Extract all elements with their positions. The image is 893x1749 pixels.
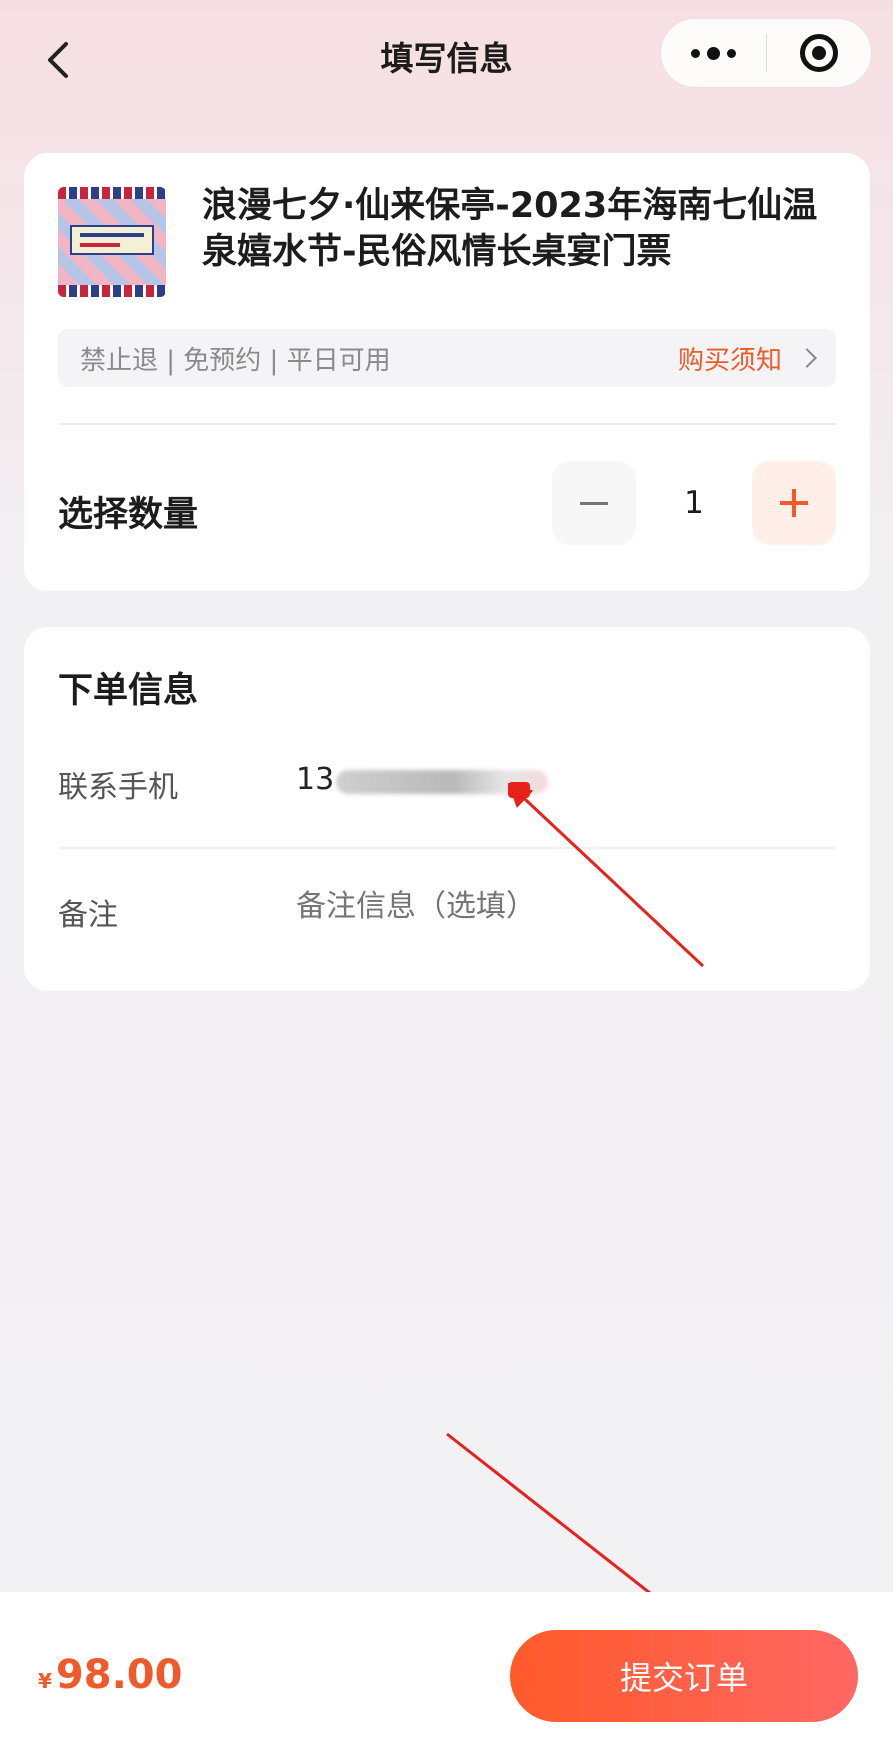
product-card: 浪漫七夕·仙来保亭-2023年海南七仙温泉嬉水节-民俗风情长桌宴门票 禁止退 |… — [24, 153, 870, 591]
phone-label: 联系手机 — [58, 770, 178, 805]
plus-icon-bar — [792, 489, 796, 517]
bottom-bar: ¥98.00 提交订单 — [0, 1592, 893, 1749]
more-dot — [727, 48, 736, 58]
more-button[interactable] — [661, 18, 766, 88]
minus-icon — [580, 501, 608, 505]
phone-redaction — [336, 770, 548, 794]
price-amount: 98.00 — [55, 1652, 183, 1698]
submit-order-button[interactable]: 提交订单 — [510, 1630, 858, 1722]
section-title: 下单信息 — [58, 671, 199, 711]
phone-field[interactable]: 13 — [296, 762, 334, 797]
quantity-value[interactable]: 1 — [636, 485, 752, 521]
order-info-card: 下单信息 联系手机 13 备注 — [24, 627, 870, 991]
quantity-stepper: 1 — [552, 461, 852, 545]
chevron-right-icon — [797, 348, 817, 368]
purchase-notice-bar[interactable]: 禁止退 | 免预约 | 平日可用 购买须知 — [58, 329, 836, 387]
product-tags: 禁止退 | 免预约 | 平日可用 — [80, 345, 391, 376]
arrow-to-submit — [446, 1432, 683, 1619]
increase-button[interactable] — [752, 461, 836, 545]
close-button[interactable] — [767, 18, 871, 88]
decrease-button[interactable] — [552, 461, 636, 545]
product-title: 浪漫七夕·仙来保亭-2023年海南七仙温泉嬉水节-民俗风情长桌宴门票 — [202, 186, 818, 272]
currency-symbol: ¥ — [38, 1669, 52, 1693]
remark-input[interactable] — [296, 889, 816, 924]
quantity-label: 选择数量 — [58, 495, 199, 535]
mini-program-capsule — [660, 18, 872, 88]
target-close-icon — [799, 34, 838, 72]
divider — [58, 847, 836, 849]
divider — [58, 423, 836, 425]
nav-bar: 填写信息 — [0, 0, 893, 115]
product-thumbnail[interactable] — [58, 187, 166, 297]
more-dot — [707, 46, 720, 60]
total-price: ¥98.00 — [38, 1652, 182, 1698]
purchase-notice-link[interactable]: 购买须知 — [678, 340, 782, 377]
remark-label: 备注 — [58, 898, 118, 933]
more-dots-icon — [691, 48, 700, 58]
